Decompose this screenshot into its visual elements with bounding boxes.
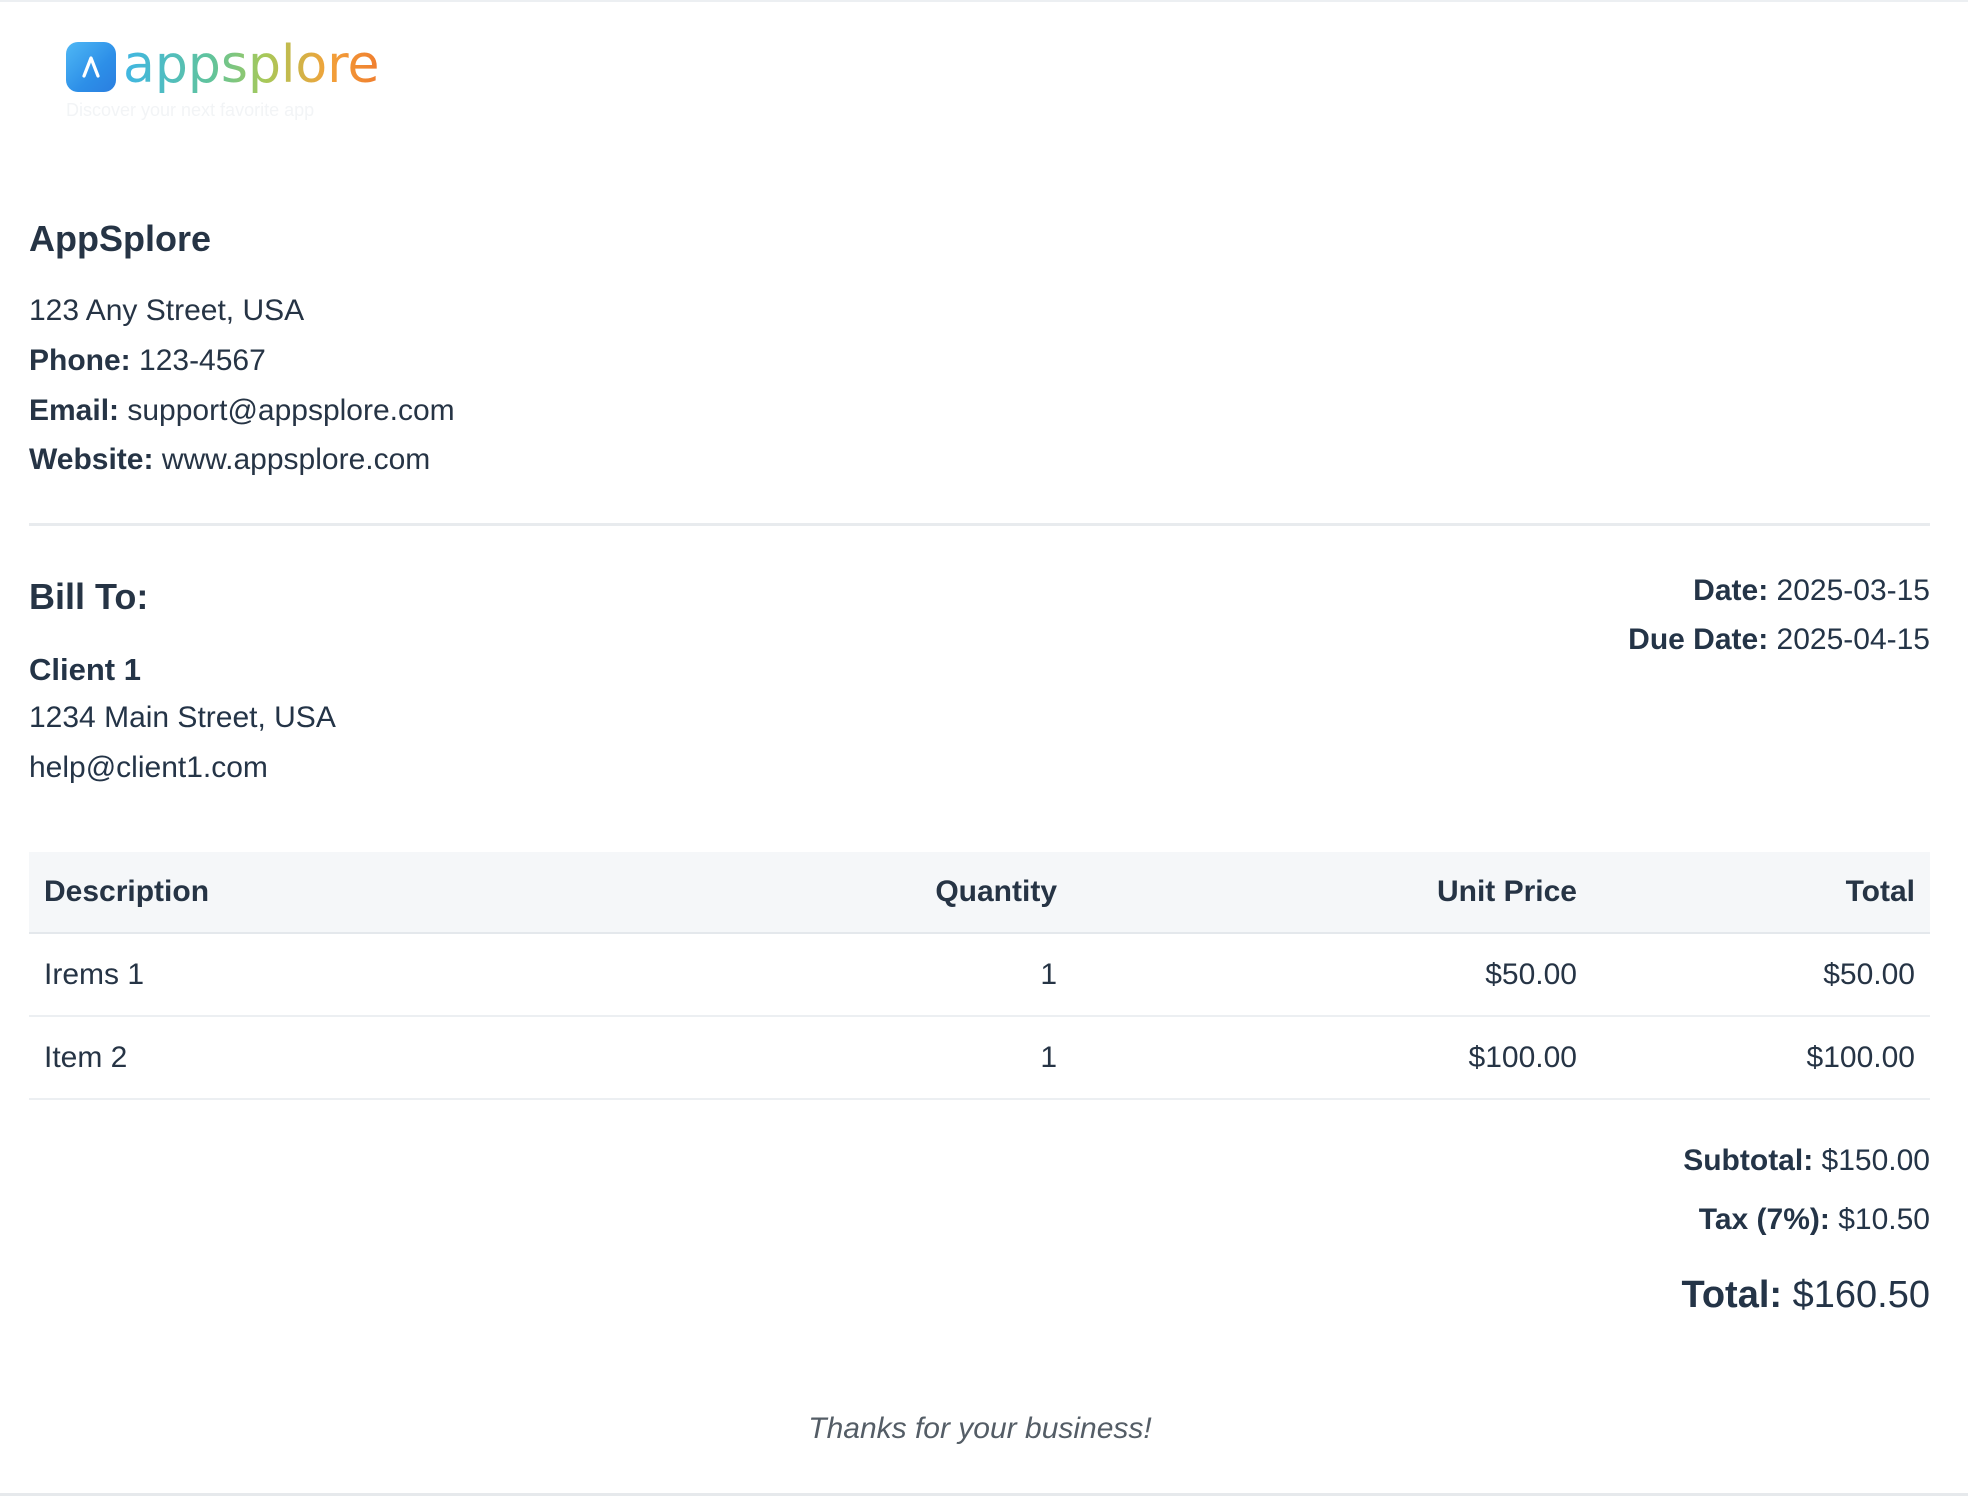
grand-total-line: Total: $160.50: [1681, 1274, 1930, 1317]
item-quantity: 1: [699, 933, 1072, 1017]
tax-label: Tax (7%):: [1698, 1203, 1830, 1236]
column-header-unit-price: Unit Price: [1072, 852, 1592, 934]
table-row: Item 2 1 $100.00 $100.00: [29, 1016, 1930, 1100]
phone-label: Phone:: [29, 344, 131, 377]
logo-wordmark: appsplore: [123, 35, 380, 95]
appsplore-a-icon: [66, 42, 116, 92]
company-name: AppSplore: [29, 218, 212, 259]
item-quantity: 1: [699, 1016, 1072, 1100]
total-label: Total:: [1681, 1274, 1783, 1316]
line-items-table: Description Quantity Unit Price Total Ir…: [29, 852, 1930, 1100]
item-description: Item 2: [29, 1016, 699, 1100]
item-description: Irems 1: [29, 933, 699, 1017]
item-total: $50.00: [1592, 933, 1930, 1017]
company-phone: Phone: 123-4567: [29, 344, 266, 378]
subtotal-line: Subtotal: $150.00: [1683, 1144, 1930, 1178]
invoice-page: appsplore Discover your next favorite ap…: [0, 0, 1968, 1496]
bill-to-heading: Bill To:: [29, 576, 149, 617]
section-divider: [29, 523, 1930, 526]
website-label: Website:: [29, 443, 154, 476]
website-value: www.appsplore.com: [161, 443, 431, 476]
company-address: 123 Any Street, USA: [29, 294, 305, 327]
client-name: Client 1: [29, 652, 141, 687]
column-header-total: Total: [1592, 852, 1930, 934]
email-value: support@appsplore.com: [127, 394, 455, 427]
thank-you-note: Thanks for your business!: [808, 1412, 1152, 1445]
total-value: $160.50: [1792, 1274, 1930, 1316]
phone-value: 123-4567: [139, 344, 266, 377]
appsplore-logo: appsplore Discover your next favorite ap…: [66, 35, 396, 122]
column-header-quantity: Quantity: [699, 852, 1072, 934]
client-address: 1234 Main Street, USA: [29, 701, 336, 734]
email-label: Email:: [29, 394, 120, 427]
invoice-date: Date: 2025-03-15: [1693, 574, 1930, 608]
due-date-value: 2025-04-15: [1776, 623, 1930, 656]
item-unit-price: $100.00: [1072, 1016, 1592, 1100]
date-value: 2025-03-15: [1776, 574, 1930, 607]
logo-tagline: Discover your next favorite app: [66, 100, 315, 120]
company-email: Email: support@appsplore.com: [29, 394, 455, 428]
client-email: help@client1.com: [29, 751, 268, 784]
table-header-row: Description Quantity Unit Price Total: [29, 852, 1930, 934]
item-unit-price: $50.00: [1072, 933, 1592, 1017]
subtotal-value: $150.00: [1821, 1144, 1930, 1177]
subtotal-label: Subtotal:: [1683, 1144, 1814, 1177]
due-date-label: Due Date:: [1628, 623, 1769, 656]
tax-value: $10.50: [1838, 1203, 1930, 1236]
tax-line: Tax (7%): $10.50: [1699, 1203, 1930, 1237]
table-row: Irems 1 1 $50.00 $50.00: [29, 933, 1930, 1017]
column-header-description: Description: [29, 852, 699, 934]
date-label: Date:: [1693, 574, 1769, 607]
item-total: $100.00: [1592, 1016, 1930, 1100]
invoice-due-date: Due Date: 2025-04-15: [1628, 623, 1930, 657]
company-website: Website: www.appsplore.com: [29, 443, 430, 477]
